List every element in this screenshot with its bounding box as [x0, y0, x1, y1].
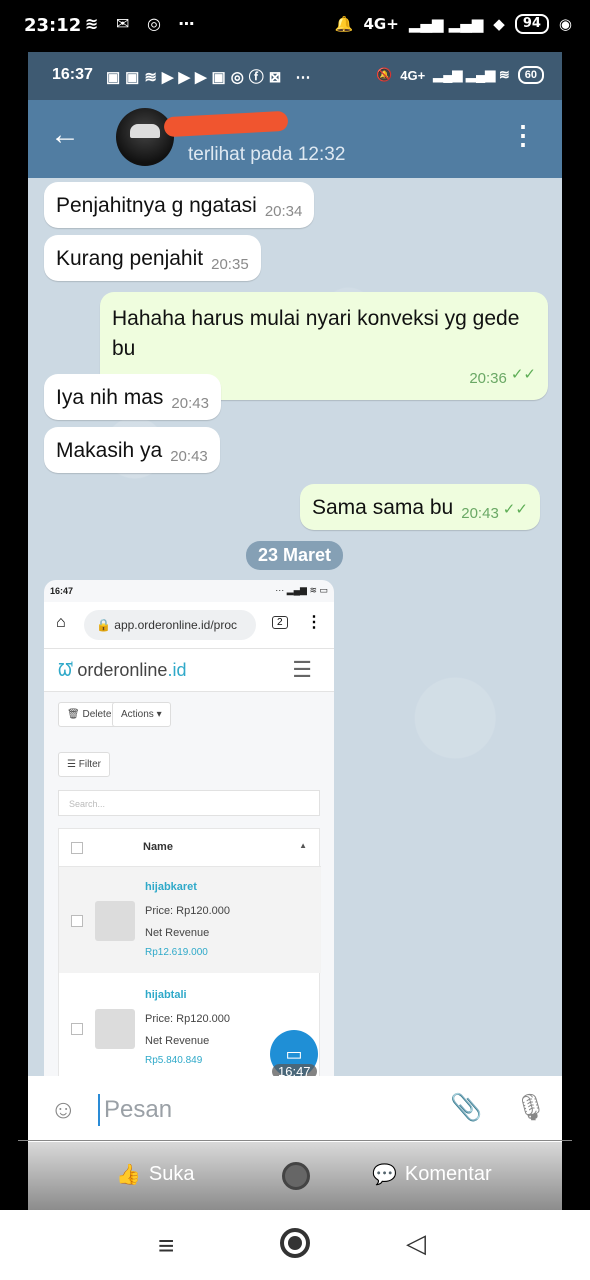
message-time: 20:43: [170, 448, 208, 465]
message-input[interactable]: Pesan: [98, 1094, 172, 1126]
net-revenue-value: Rp12.619.000: [145, 947, 208, 958]
tabs-count: 2: [272, 616, 288, 629]
wifi-icon: ◆: [493, 15, 505, 33]
actions-button: Actions ▾: [112, 702, 171, 727]
table-header: Name ▲: [59, 829, 321, 867]
site-logo: ᘺ orderonline.id: [58, 660, 187, 680]
image-message[interactable]: 16:47 ··· ▂▄▆ ≋ ▭ ⌂ 🔒 app.orderonline.id…: [44, 580, 334, 1078]
thumbs-up-icon: 👍: [116, 1164, 141, 1186]
inner-status-bar: 16:37 ▣▣≋▶▶▶▣◎ⓕ⊠ ⋯ 🔕 4G+ ▂▄▆ ▂▄▆ ≋ 60: [28, 52, 562, 100]
inner-notification-icons: ▣▣≋▶▶▶▣◎ⓕ⊠ ⋯: [106, 69, 316, 86]
inner-signal-icon: ▂▄▆ ▂▄▆ ≋: [433, 67, 510, 82]
row-checkbox: [71, 1023, 83, 1035]
battery-indicator: 94: [514, 14, 549, 34]
sort-caret-icon: ▲: [299, 841, 307, 850]
inner-mute-icon: 🔕: [376, 67, 393, 82]
outer-clock: 23:12: [24, 15, 82, 36]
select-all-checkbox: [71, 842, 83, 854]
read-checkmarks-icon: ✓✓: [502, 501, 528, 518]
incoming-message[interactable]: Penjahitnya g ngatasi 20:34: [44, 182, 315, 228]
filter-button: ☰ Filter: [58, 752, 110, 777]
message-time: 20:35: [211, 256, 249, 273]
net-revenue-label: Net Revenue: [145, 927, 210, 939]
date-separator: 23 Maret: [246, 541, 344, 570]
product-thumbnail: [95, 1009, 135, 1049]
read-checkmarks-icon: ✓✓: [510, 366, 536, 383]
chat-header: ← terlihat pada 12:32 ⋮: [28, 100, 562, 178]
message-time: 20:36: [469, 370, 507, 387]
facebook-action-bar: 👍 Suka 💬 Komentar: [28, 1142, 562, 1210]
divider: [18, 1140, 572, 1141]
recent-apps-icon[interactable]: ≡: [158, 1230, 174, 1262]
column-name: Name: [143, 841, 173, 853]
incoming-message[interactable]: Iya nih mas 20:43: [44, 374, 221, 420]
inner-network-label: 4G+: [400, 67, 426, 83]
attach-icon[interactable]: 📎: [450, 1092, 482, 1123]
data-saver-icon: ◉: [558, 15, 572, 33]
shot-status-bar: 16:47 ··· ▂▄▆ ≋ ▭: [50, 585, 328, 596]
url-field: 🔒 app.orderonline.id/proc: [84, 610, 256, 640]
browser-menu-icon: ⋮: [306, 614, 322, 631]
site-header: ᘺ orderonline.id ☰: [44, 648, 334, 692]
contact-avatar[interactable]: [116, 108, 174, 166]
redacted-contact-name: [163, 110, 289, 138]
system-nav-bar: ≡ ◁: [0, 1210, 590, 1280]
avatar-hat-icon: [130, 124, 160, 138]
product-thumbnail: [95, 901, 135, 941]
product-price: Price: Rp120.000: [145, 905, 230, 917]
home-circle-icon: [282, 1162, 310, 1190]
product-price: Price: Rp120.000: [145, 1013, 230, 1025]
home-icon: ⌂: [56, 614, 66, 631]
outer-status-bar: 23:12 ≋ ✉ ◎ ⋯ 🔔 4G+ ▂▄▆ ▂▄▆ ◆ 94 ◉: [0, 0, 590, 52]
comment-button[interactable]: 💬 Komentar: [372, 1162, 492, 1187]
like-button[interactable]: 👍 Suka: [116, 1162, 195, 1187]
microphone-icon[interactable]: 🎙: [514, 1092, 547, 1123]
product-name: hijabkaret: [145, 881, 197, 893]
message-time: 20:34: [264, 203, 303, 220]
emoji-icon[interactable]: ☺: [50, 1094, 77, 1125]
inner-battery-indicator: 60: [517, 66, 544, 84]
net-revenue-value: Rp5.840.849: [145, 1055, 203, 1066]
incoming-message[interactable]: Makasih ya 20:43: [44, 427, 220, 473]
net-revenue-label: Net Revenue: [145, 1035, 210, 1047]
more-options-icon[interactable]: ⋮: [510, 120, 536, 151]
message-composer: ☺ Pesan 📎 🎙: [28, 1076, 562, 1142]
notification-icons: ≋ ✉ ◎ ⋯: [85, 14, 201, 33]
alarm-icon: 🔔: [334, 15, 354, 33]
shot-status-icons: ··· ▂▄▆ ≋ ▭: [275, 585, 328, 595]
incoming-message[interactable]: Kurang penjahit 20:35: [44, 235, 261, 281]
back-triangle-icon[interactable]: ◁: [406, 1228, 426, 1259]
search-input: Search...: [58, 790, 320, 816]
telegram-screenshot: 16:37 ▣▣≋▶▶▶▣◎ⓕ⊠ ⋯ 🔕 4G+ ▂▄▆ ▂▄▆ ≋ 60 ← …: [28, 52, 562, 1210]
back-arrow-icon[interactable]: ←: [50, 118, 80, 152]
table-row: hijabkaret Price: Rp120.000 Net Revenue …: [59, 867, 321, 973]
last-seen-status: terlihat pada 12:32: [188, 144, 346, 165]
phone-screen: 23:12 ≋ ✉ ◎ ⋯ 🔔 4G+ ▂▄▆ ▂▄▆ ◆ 94 ◉ 16:37…: [0, 0, 590, 1280]
logo-mark-icon: ᘺ: [58, 660, 74, 680]
product-name: hijabtali: [145, 989, 187, 1001]
hamburger-menu-icon: ☰: [292, 657, 312, 682]
signal-icon: ▂▄▆ ▂▄▆: [408, 15, 484, 33]
row-checkbox: [71, 915, 83, 927]
message-time: 20:43: [461, 505, 499, 522]
network-label: 4G+: [363, 15, 399, 33]
outgoing-message[interactable]: Sama sama bu 20:43 ✓✓: [300, 484, 540, 530]
comment-bubble-icon: 💬: [372, 1164, 397, 1186]
home-button-icon[interactable]: [280, 1228, 310, 1258]
message-time: 20:43: [171, 395, 209, 412]
browser-url-bar: ⌂ 🔒 app.orderonline.id/proc 2 ⋮: [44, 602, 334, 648]
inner-clock: 16:37: [52, 66, 93, 83]
